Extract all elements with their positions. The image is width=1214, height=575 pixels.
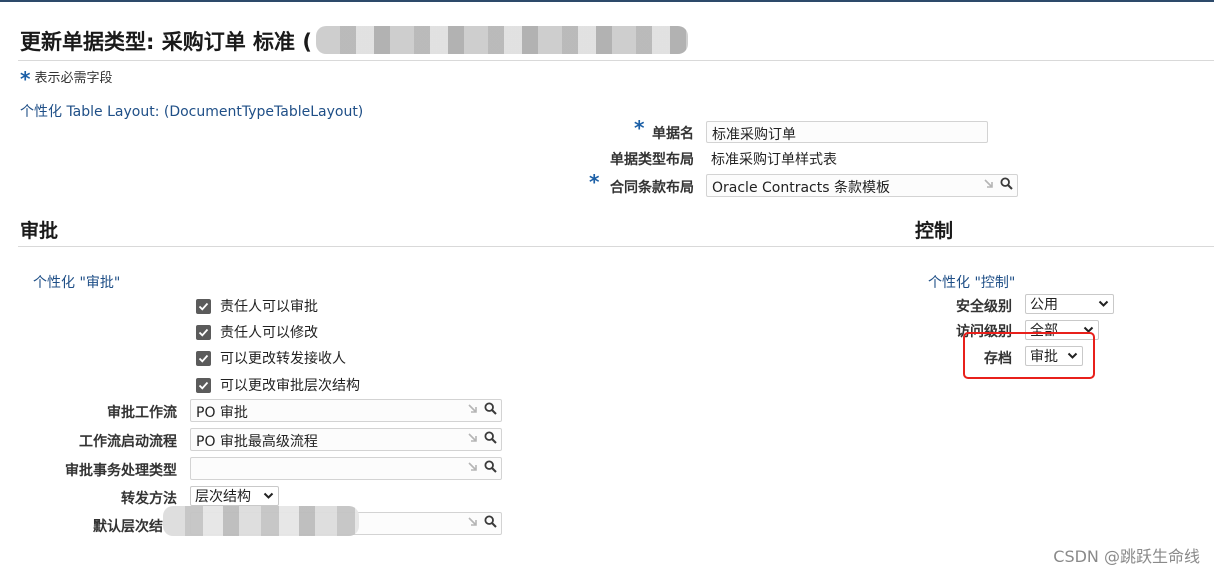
approval-heading: 审批 — [20, 220, 59, 242]
checkbox-row-owner-can-modify[interactable]: 责任人可以修改 — [196, 322, 318, 342]
checkbox-owner-can-modify[interactable] — [196, 324, 211, 340]
required-note: * 表示必需字段 — [20, 63, 113, 91]
clear-icon[interactable] — [467, 403, 478, 414]
workflow-lov-input[interactable]: PO 审批 — [190, 399, 502, 422]
default-hierarchy-label: 默认层次结 — [93, 519, 163, 535]
checkbox-label-change-approval-hierarchy: 可以更改审批层次结构 — [220, 378, 360, 394]
clear-icon[interactable] — [467, 432, 478, 443]
checkbox-row-change-forward-recipient[interactable]: 可以更改转发接收人 — [196, 348, 346, 368]
page-title: 更新单据类型: 采购订单 标准 ( — [20, 30, 312, 54]
workflow-label: 审批工作流 — [107, 405, 177, 421]
contract-label: 合同条款布局 — [610, 180, 694, 196]
checkbox-row-owner-can-approve[interactable]: 责任人可以审批 — [196, 296, 318, 316]
clear-icon[interactable] — [467, 516, 478, 527]
clear-icon[interactable] — [983, 178, 994, 189]
txn-type-label: 审批事务处理类型 — [65, 463, 177, 479]
redacted-hierarchy-blur — [163, 506, 359, 536]
required-star: * — [20, 67, 31, 91]
title-divider — [18, 60, 1214, 61]
contract-lov-value: Oracle Contracts 条款模板 — [712, 180, 890, 196]
checkbox-change-approval-hierarchy[interactable] — [196, 377, 211, 393]
watermark: CSDN @跳跃生命线 — [1053, 547, 1200, 566]
required-star-contract: * — [589, 170, 600, 194]
forward-method-select[interactable]: 层次结构 — [190, 486, 279, 506]
forward-method-value: 层次结构 — [195, 489, 251, 505]
search-icon[interactable] — [484, 515, 497, 528]
doc-name-input[interactable]: 标准采购订单 — [706, 121, 988, 143]
start-process-lov-input[interactable]: PO 审批最高级流程 — [190, 428, 502, 451]
workflow-lov-value: PO 审批 — [196, 405, 248, 421]
security-level-select[interactable]: 公用 — [1025, 294, 1114, 314]
section-divider — [18, 246, 1214, 247]
chevron-down-icon — [263, 492, 274, 499]
search-icon[interactable] — [484, 431, 497, 444]
doc-name-label: 单据名 — [652, 126, 694, 142]
required-note-text: 表示必需字段 — [34, 71, 113, 86]
checkmark-icon — [198, 328, 209, 337]
checkbox-label-change-forward-recipient: 可以更改转发接收人 — [220, 351, 346, 367]
checkbox-owner-can-approve[interactable] — [196, 298, 211, 314]
personalize-table-link[interactable]: 个性化 Table Layout: (DocumentTypeTableLayo… — [20, 101, 363, 121]
chevron-down-icon — [1098, 300, 1109, 307]
checkbox-label-owner-can-modify: 责任人可以修改 — [220, 325, 318, 341]
control-heading: 控制 — [915, 220, 954, 242]
checkbox-label-owner-can-approve: 责任人可以审批 — [220, 299, 318, 315]
search-icon[interactable] — [484, 460, 497, 473]
redacted-title-blur — [316, 26, 688, 54]
top-border — [0, 0, 1214, 2]
layout-value: 标准采购订单样式表 — [711, 152, 837, 168]
start-process-lov-value: PO 审批最高级流程 — [196, 434, 318, 450]
checkmark-icon — [198, 354, 209, 363]
security-level-label: 安全级别 — [956, 299, 1012, 315]
clear-icon[interactable] — [467, 461, 478, 472]
checkbox-row-change-approval-hierarchy[interactable]: 可以更改审批层次结构 — [196, 375, 360, 395]
search-icon[interactable] — [1000, 177, 1013, 190]
personalize-approval-link[interactable]: 个性化 "审批" — [33, 272, 120, 292]
layout-label: 单据类型布局 — [610, 152, 694, 168]
checkmark-icon — [198, 381, 209, 390]
personalize-control-link[interactable]: 个性化 "控制" — [928, 272, 1015, 292]
checkmark-icon — [198, 302, 209, 311]
forward-method-label: 转发方法 — [121, 491, 177, 507]
required-star-doc-name: * — [634, 116, 645, 140]
start-process-label: 工作流启动流程 — [79, 434, 177, 450]
contract-lov-input[interactable]: Oracle Contracts 条款模板 — [706, 174, 1018, 197]
search-icon[interactable] — [484, 402, 497, 415]
checkbox-change-forward-recipient[interactable] — [196, 350, 211, 366]
txn-type-lov-input[interactable] — [190, 457, 502, 480]
archive-highlight-box — [963, 332, 1095, 379]
security-level-value: 公用 — [1030, 297, 1058, 313]
